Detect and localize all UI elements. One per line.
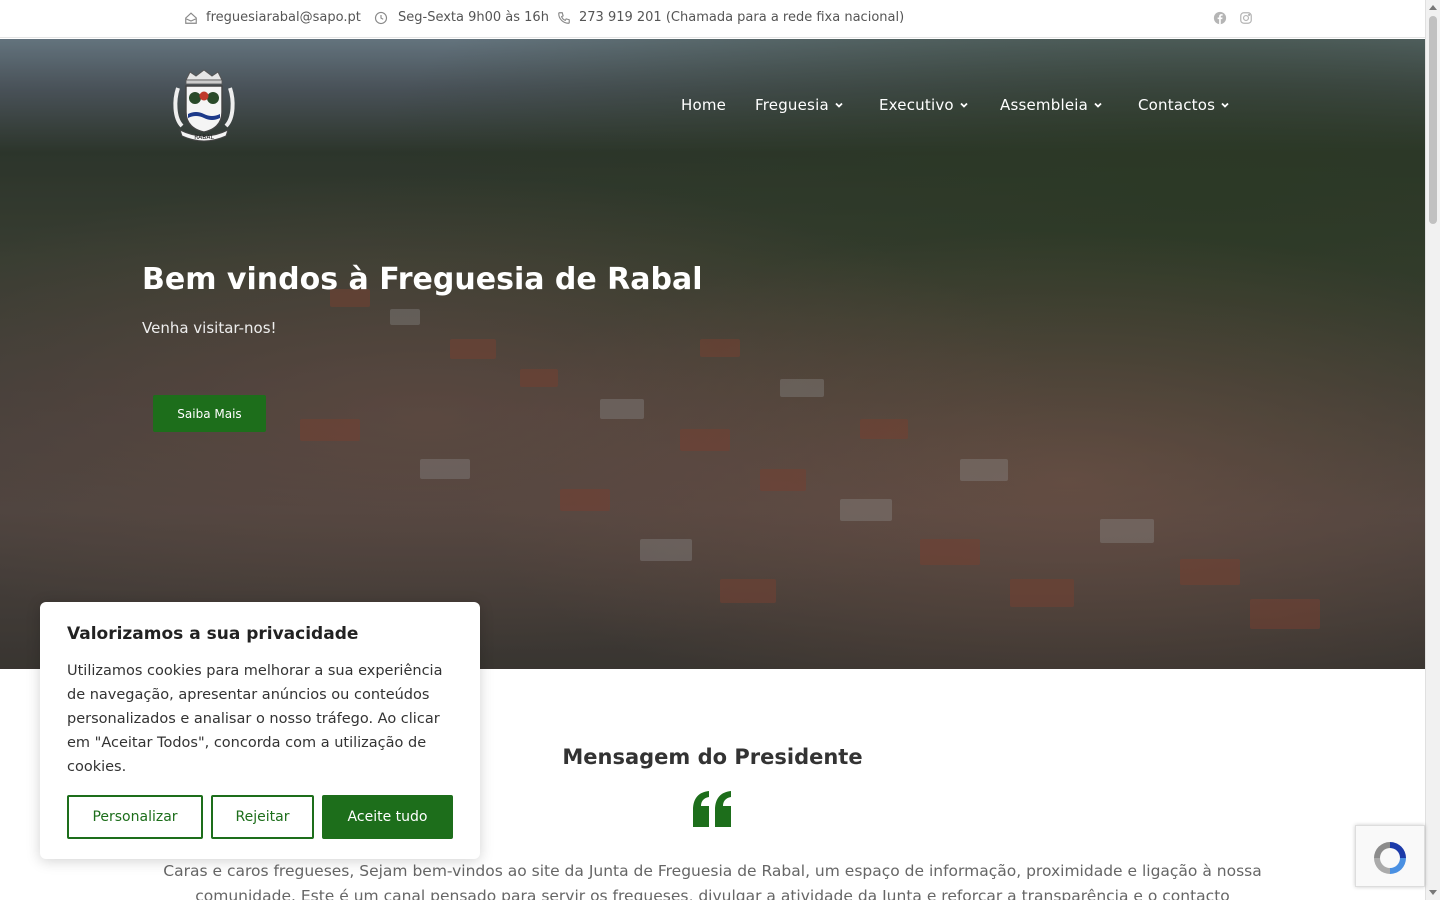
opening-hours: Seg-Sexta 9h00 às 16h xyxy=(374,10,549,25)
svg-text:RABAL: RABAL xyxy=(194,134,214,141)
cookie-consent-dialog: Valorizamos a sua privacidade Utilizamos… xyxy=(40,602,480,859)
cookie-title: Valorizamos a sua privacidade xyxy=(67,624,359,644)
nav-assembleia-label: Assembleia xyxy=(1000,96,1089,114)
nav-home-label: Home xyxy=(681,96,727,114)
hours-text: Seg-Sexta 9h00 às 16h xyxy=(398,10,549,25)
phone-text: 273 919 201 (Chamada para a rede fixa na… xyxy=(579,10,905,25)
scroll-down-arrow[interactable] xyxy=(1429,890,1437,895)
saiba-mais-button[interactable]: Saiba Mais xyxy=(153,395,266,432)
top-bar: freguesiarabal@sapo.pt Seg-Sexta 9h00 às… xyxy=(0,0,1425,38)
accept-all-cookies-button[interactable]: Aceite tudo xyxy=(322,795,453,839)
phone-icon xyxy=(558,11,570,24)
nav-contactos-label: Contactos xyxy=(1138,96,1216,114)
instagram-icon[interactable] xyxy=(1239,11,1253,25)
page-scrollbar[interactable] xyxy=(1425,0,1440,900)
chevron-down-icon xyxy=(1221,102,1229,108)
clock-icon xyxy=(374,11,388,24)
email-text: freguesiarabal@sapo.pt xyxy=(206,10,361,25)
hero-subtitle: Venha visitar-nos! xyxy=(142,319,277,337)
chevron-down-icon xyxy=(835,102,843,108)
contact-email[interactable]: freguesiarabal@sapo.pt xyxy=(184,10,361,25)
home-icon xyxy=(185,11,197,24)
freguesia-logo[interactable]: RABAL xyxy=(172,68,236,144)
nav-assembleia[interactable]: Assembleia xyxy=(1000,96,1103,114)
nav-freguesia[interactable]: Freguesia xyxy=(755,96,844,114)
scroll-up-arrow[interactable] xyxy=(1429,5,1437,10)
nav-contactos[interactable]: Contactos xyxy=(1138,96,1230,114)
nav-executivo-label: Executivo xyxy=(879,96,954,114)
facebook-icon[interactable] xyxy=(1213,11,1227,25)
recaptcha-icon xyxy=(1374,842,1406,874)
reject-cookies-button[interactable]: Rejeitar xyxy=(211,795,314,839)
nav-freguesia-label: Freguesia xyxy=(755,96,829,114)
chevron-down-icon xyxy=(960,102,968,108)
chevron-down-icon xyxy=(1094,102,1102,108)
president-message-text: Caras e caros fregueses, Sejam bem-vindo… xyxy=(163,862,1262,900)
nav-home[interactable]: Home xyxy=(681,96,726,114)
contact-phone[interactable]: 273 919 201 (Chamada para a rede fixa na… xyxy=(557,10,904,25)
hero-title: Bem vindos à Freguesia de Rabal xyxy=(142,262,703,297)
recaptcha-badge[interactable] xyxy=(1355,825,1425,887)
customize-cookies-button[interactable]: Personalizar xyxy=(67,795,203,839)
cookie-body: Utilizamos cookies para melhorar a sua e… xyxy=(67,663,443,775)
quote-icon xyxy=(693,791,731,827)
scrollbar-thumb[interactable] xyxy=(1429,16,1437,224)
nav-executivo[interactable]: Executivo xyxy=(879,96,969,114)
